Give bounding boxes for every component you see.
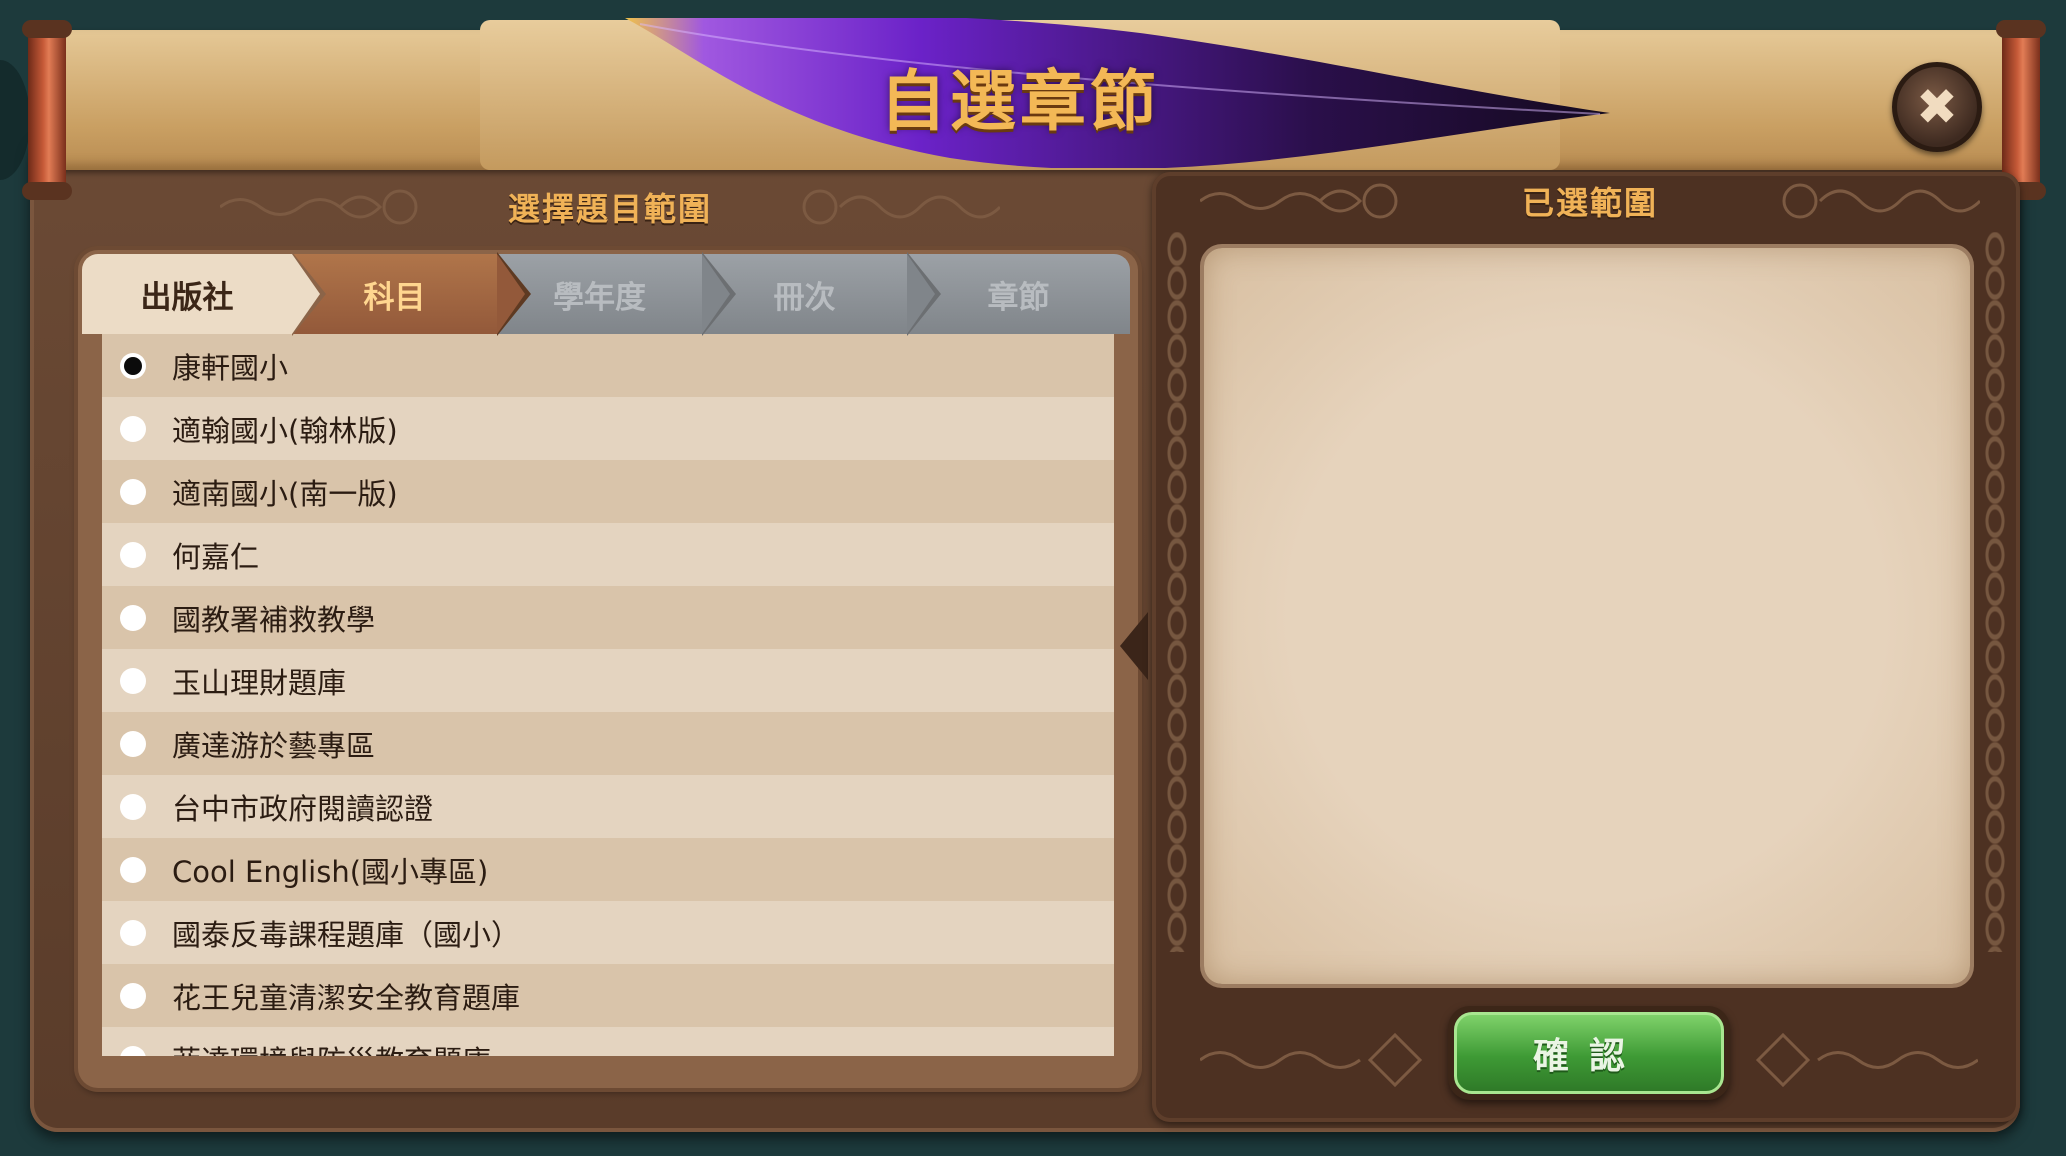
scope-selection-panel: 出版社 科目 學年度 冊次 章節 康軒國小 適翰國小(翰林版) 適南國小(南一版… bbox=[78, 250, 1138, 1088]
radio-icon[interactable] bbox=[120, 856, 146, 883]
ornament-left-icon bbox=[220, 189, 418, 225]
scroll-rod-left bbox=[22, 20, 72, 200]
tab-chevron-icon bbox=[702, 254, 730, 334]
list-item-label: 廣達游於藝專區 bbox=[172, 728, 376, 763]
list-item-label: 玉山理財題庫 bbox=[172, 665, 347, 700]
confirm-button[interactable]: 確認 bbox=[1448, 1006, 1730, 1100]
list-item-label: 國教署補救教學 bbox=[172, 602, 376, 637]
close-icon: ✖ bbox=[1916, 78, 1958, 136]
radio-icon[interactable] bbox=[120, 667, 146, 694]
list-item[interactable]: 廣達游於藝專區 bbox=[102, 712, 1114, 775]
chain-border-right bbox=[1984, 232, 2006, 952]
background-shape bbox=[0, 60, 30, 180]
ornament-bottom-right-icon bbox=[1755, 1032, 1978, 1088]
radio-icon[interactable] bbox=[120, 730, 146, 757]
radio-icon[interactable] bbox=[120, 415, 146, 442]
right-section-title: 已選範圍 bbox=[1521, 184, 1658, 222]
tab-chevron-icon bbox=[907, 254, 935, 334]
step-tabs: 出版社 科目 學年度 冊次 章節 bbox=[82, 252, 1134, 336]
list-item-label: 國泰反毒課程題庫（國小） bbox=[172, 917, 521, 952]
list-item-label: 何嘉仁 bbox=[172, 539, 260, 574]
radio-icon[interactable] bbox=[120, 793, 146, 820]
radio-icon[interactable] bbox=[120, 1045, 146, 1056]
radio-icon[interactable] bbox=[120, 541, 146, 568]
tab-chevron-icon bbox=[292, 254, 320, 334]
tab-publisher[interactable]: 出版社 bbox=[82, 252, 326, 336]
tab-chevron-icon bbox=[497, 254, 525, 334]
scroll-rod-right bbox=[1996, 20, 2046, 200]
list-item[interactable]: 花王兒童清潔安全教育題庫 bbox=[102, 964, 1114, 1027]
list-item[interactable]: 菲達環境與防災教育題庫 bbox=[102, 1027, 1114, 1056]
list-item-label: 康軒國小 bbox=[172, 350, 289, 385]
tab-label: 冊次 bbox=[773, 279, 836, 316]
list-item[interactable]: 康軒國小 bbox=[102, 334, 1114, 397]
list-item-label: Cool English(國小專區) bbox=[172, 854, 489, 889]
list-item[interactable]: 玉山理財題庫 bbox=[102, 649, 1114, 712]
selected-scope-list bbox=[1204, 248, 1970, 984]
tab-label: 出版社 bbox=[140, 279, 234, 316]
ornament-right-icon bbox=[1782, 183, 1980, 219]
list-item-label: 適翰國小(翰林版) bbox=[172, 413, 398, 448]
close-button[interactable]: ✖ bbox=[1892, 62, 1982, 152]
list-item[interactable]: 台中市政府閱讀認證 bbox=[102, 775, 1114, 838]
radio-icon[interactable] bbox=[120, 919, 146, 946]
left-section-title: 選擇題目範圍 bbox=[507, 190, 712, 228]
tab-label: 章節 bbox=[987, 279, 1050, 316]
radio-icon[interactable] bbox=[120, 478, 146, 505]
radio-icon[interactable] bbox=[120, 982, 146, 1009]
right-section-header: 已選範圍 bbox=[1200, 168, 1980, 234]
radio-checked-icon[interactable] bbox=[120, 352, 146, 379]
list-item[interactable]: Cool English(國小專區) bbox=[102, 838, 1114, 901]
list-item[interactable]: 適翰國小(翰林版) bbox=[102, 397, 1114, 460]
tab-label: 科目 bbox=[363, 279, 426, 316]
confirm-button-label: 確認 bbox=[1454, 1012, 1724, 1094]
tab-label: 學年度 bbox=[553, 279, 646, 316]
ornament-right-icon bbox=[802, 189, 1000, 225]
left-section-header: 選擇題目範圍 bbox=[220, 174, 1000, 240]
ornament-bottom-left-icon bbox=[1200, 1032, 1423, 1088]
chain-border-left bbox=[1166, 232, 1188, 952]
list-item-label: 菲達環境與防災教育題庫 bbox=[172, 1038, 491, 1057]
list-item-label: 適南國小(南一版) bbox=[172, 476, 398, 511]
list-item[interactable]: 適南國小(南一版) bbox=[102, 460, 1114, 523]
list-item[interactable]: 何嘉仁 bbox=[102, 523, 1114, 586]
ornament-left-icon bbox=[1200, 183, 1398, 219]
publisher-list: 康軒國小 適翰國小(翰林版) 適南國小(南一版) 何嘉仁 國教署補救教學 玉山理… bbox=[102, 334, 1114, 1056]
list-item[interactable]: 國泰反毒課程題庫（國小） bbox=[102, 901, 1114, 964]
collapse-arrow-icon[interactable] bbox=[1120, 612, 1148, 680]
list-item[interactable]: 國教署補救教學 bbox=[102, 586, 1114, 649]
list-item-label: 花王兒童清潔安全教育題庫 bbox=[172, 980, 521, 1015]
list-item-label: 台中市政府閱讀認證 bbox=[172, 791, 434, 826]
radio-icon[interactable] bbox=[120, 604, 146, 631]
dialog-title: 自選章節 bbox=[880, 63, 1160, 140]
